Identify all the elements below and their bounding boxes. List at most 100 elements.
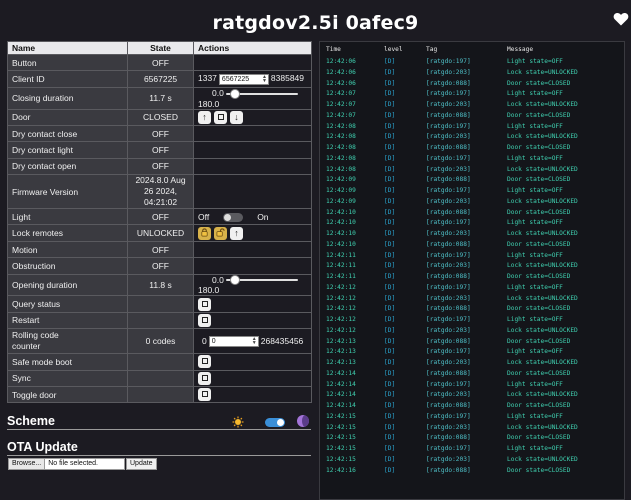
log-tag: [ratgdo:088] [426, 466, 471, 474]
table-row: Query status [7, 295, 312, 313]
rolling-code-input[interactable]: 0 ▲ ▼ [208, 335, 259, 347]
update-button[interactable]: Update [126, 458, 157, 470]
log-entry: 12:42:15 [D] [ratgdo:197] Light state=OFF [320, 445, 624, 456]
log-tag: [ratgdo:203] [426, 197, 471, 205]
log-entry: 12:42:08 [D] [ratgdo:203] Lock state=UNLOCK… [320, 133, 624, 144]
log-entry: 12:42:09 [D] [ratgdo:203] Lock state=UNLOCK… [320, 198, 624, 209]
table-row: Client ID 6567225 1337 6567225 ▲ ▼ 8385849 [7, 70, 312, 88]
lock-icon [201, 228, 208, 237]
row-actions [193, 174, 312, 210]
closing-duration-slider[interactable] [225, 88, 298, 99]
slider-thumb[interactable] [229, 88, 240, 99]
log-level: [D] [384, 101, 396, 108]
page-header: ratgdov2.5i 0afec9 [0, 0, 631, 40]
table-row: Toggle door [7, 385, 312, 404]
closing-duration-min: 0.0 [212, 87, 224, 98]
row-actions: Off On [193, 208, 312, 226]
log-panel[interactable]: Time level Tag Message 12:42:06 [D] [ratgd… [319, 41, 625, 500]
door-stop-button[interactable] [214, 110, 227, 124]
sun-icon[interactable] [232, 416, 244, 428]
log-time: 12:42:07 [326, 101, 356, 108]
door-close-button[interactable]: ↓ [230, 110, 243, 124]
row-state: 11.7 s [127, 86, 194, 110]
row-actions: 1337 6567225 ▲ ▼ 8385849 [193, 70, 312, 88]
log-level: [D] [384, 219, 396, 227]
door-open-button[interactable]: ↑ [198, 110, 211, 124]
row-state [127, 385, 194, 404]
client-id-input[interactable]: 6567225 ▲ ▼ [218, 73, 269, 85]
log-level: [D] [384, 348, 396, 356]
log-tag: [ratgdo:197] [426, 187, 471, 194]
log-entry: 12:42:10 [D] [ratgdo:197] Light state=OFF [320, 219, 624, 230]
log-header-time: Time [326, 46, 341, 53]
log-message: Door state=CLOSED [507, 208, 571, 216]
log-level: [D] [384, 176, 396, 184]
log-entry: 12:42:14 [D] [ratgdo:203] Lock state=UNLOCK… [320, 391, 624, 402]
unlock-button[interactable] [214, 226, 227, 240]
log-time: 12:42:14 [326, 391, 356, 399]
log-time: 12:42:13 [326, 359, 356, 366]
log-message: Light state=OFF [507, 316, 563, 323]
log-header-tag: Tag [426, 46, 438, 53]
table-row: Opening duration 11.8 s 0.0 180.0 [7, 273, 312, 297]
log-tag: [ratgdo:203] [426, 165, 471, 173]
table-row: Dry contact open OFF [7, 157, 312, 176]
entity-table: Name State Actions Button OFF Client ID … [7, 41, 312, 404]
log-message: Light state=OFF [507, 251, 563, 259]
browse-button[interactable]: Browse... [9, 459, 46, 469]
log-level: [D] [384, 251, 396, 259]
table-row: Restart [7, 311, 312, 330]
spinner-icon[interactable]: ▲ ▼ [252, 336, 257, 345]
log-message: Door state=CLOSED [507, 337, 571, 345]
log-time: 12:42:10 [326, 219, 356, 227]
lock-toggle-button[interactable]: ↑ [230, 226, 243, 240]
log-level: [D] [384, 165, 396, 173]
log-level: [D] [384, 262, 396, 270]
client-id-min: 1337 [198, 73, 217, 84]
log-level: [D] [384, 122, 396, 130]
log-entry: 12:42:14 [D] [ratgdo:088] Door state=CLOSED [320, 370, 624, 381]
sync-button[interactable] [198, 371, 211, 385]
log-time: 12:42:13 [326, 348, 356, 356]
query-status-button[interactable] [198, 297, 211, 311]
row-name: Rolling code counter [7, 328, 128, 355]
spinner-icon[interactable]: ▲ ▼ [262, 74, 267, 83]
log-time: 12:42:08 [326, 122, 356, 130]
table-row: Rolling code counter 0 codes 0 0 ▲ ▼ 26843545… [7, 328, 312, 355]
log-entry: 12:42:11 [D] [ratgdo:203] Lock state=UNLOCK… [320, 262, 624, 273]
safe-mode-boot-button[interactable] [198, 355, 211, 369]
log-message: Light state=OFF [507, 219, 563, 227]
row-name: Dry contact close [7, 124, 128, 143]
rolling-code-min: 0 [202, 335, 207, 346]
log-entry: 12:42:10 [D] [ratgdo:088] Door state=CLOSED [320, 209, 624, 220]
opening-duration-slider[interactable] [225, 275, 298, 286]
log-tag: [ratgdo:203] [426, 68, 471, 76]
scheme-heading: Scheme [7, 414, 55, 428]
moon-icon[interactable] [297, 415, 309, 427]
rolling-code-line-2: counter [12, 341, 41, 352]
lock-button[interactable] [198, 226, 211, 240]
light-toggle[interactable] [223, 212, 244, 222]
row-actions [193, 53, 312, 72]
log-time: 12:42:15 [326, 455, 356, 463]
log-entry: 12:42:07 [D] [ratgdo:203] Lock state=UNLOCK… [320, 101, 624, 112]
row-actions [193, 257, 312, 275]
row-state: OFF [127, 141, 194, 159]
log-tag: [ratgdo:088] [426, 176, 471, 184]
log-tag: [ratgdo:088] [426, 144, 471, 151]
table-row: Dry contact close OFF [7, 124, 312, 143]
file-input[interactable]: Browse... No file selected. [8, 458, 125, 470]
restart-button[interactable] [198, 313, 211, 327]
theme-switch[interactable] [265, 418, 285, 427]
log-tag: [ratgdo:088] [426, 402, 471, 409]
heart-icon[interactable] [613, 11, 629, 27]
log-time: 12:42:08 [326, 165, 356, 173]
arrow-up-icon: ↑ [234, 227, 239, 238]
log-entry: 12:42:13 [D] [ratgdo:088] Door state=CLOSED [320, 338, 624, 349]
log-tag: [ratgdo:197] [426, 219, 471, 227]
log-tag: [ratgdo:088] [426, 337, 471, 345]
slider-thumb[interactable] [229, 275, 240, 286]
toggle-door-button[interactable] [198, 388, 211, 402]
column-header-state: State [127, 41, 194, 55]
log-time: 12:42:14 [326, 369, 356, 377]
